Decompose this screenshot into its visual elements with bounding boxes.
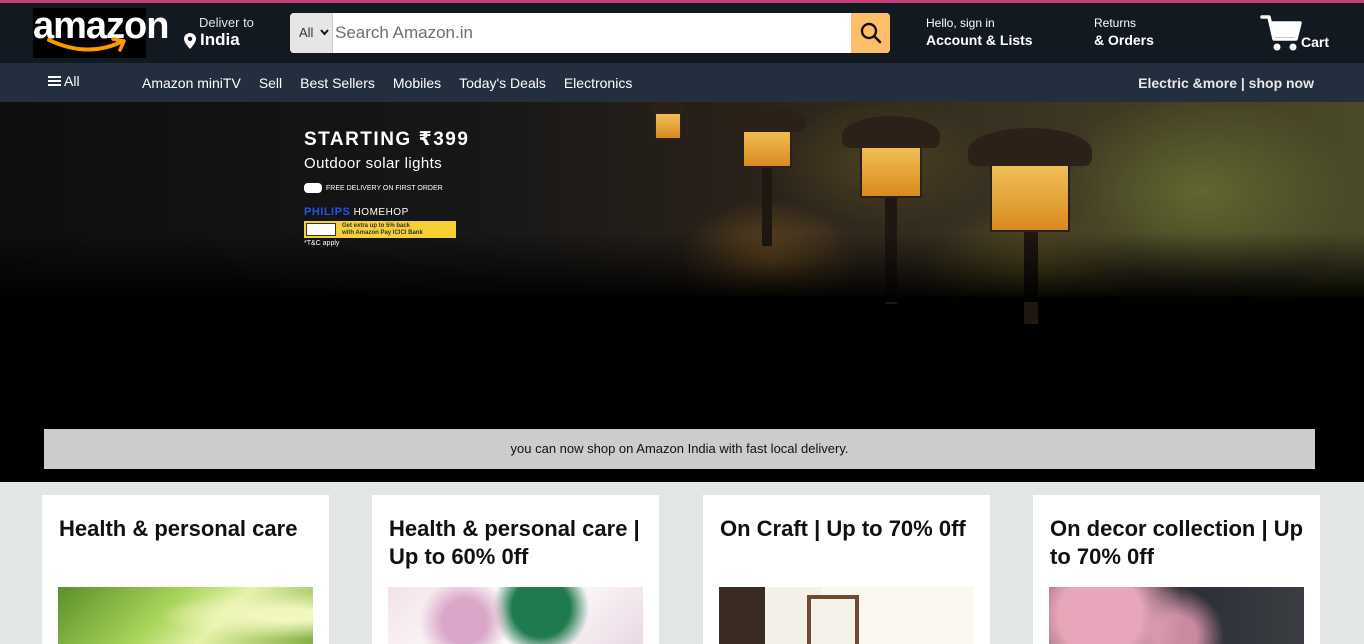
delivery-truck-icon	[304, 183, 322, 193]
search-icon	[860, 22, 881, 44]
nav-item-minitv[interactable]: Amazon miniTV	[133, 75, 250, 91]
hero-copy: STARTING ₹399 Outdoor solar lights FREE …	[304, 128, 469, 247]
nav-item-todays-deals[interactable]: Today's Deals	[450, 75, 555, 91]
local-delivery-notice: you can now shop on Amazon India with fa…	[44, 429, 1315, 469]
deliver-label: Deliver to	[199, 15, 254, 30]
search-button[interactable]	[851, 13, 890, 53]
category-card[interactable]: On Craft | Up to 70% 0ff	[703, 495, 990, 644]
search-input[interactable]	[333, 13, 851, 53]
header: amazon Deliver to India All Hello	[0, 3, 1364, 63]
hero-fade	[0, 232, 1364, 302]
card-title[interactable]: On Craft | Up to 70% 0ff	[720, 515, 975, 543]
nav-promo-link[interactable]: Electric &more | shop now	[1138, 75, 1314, 91]
card-title[interactable]: Health & personal care | Up to 60% 0ff	[389, 515, 644, 571]
search-bar: All	[290, 13, 890, 53]
deliver-country: India	[200, 30, 240, 49]
nav-links: Amazon miniTV Sell Best Sellers Mobiles …	[133, 63, 641, 102]
hero-offer-line1: Get extra up to 5% back	[342, 222, 411, 229]
hamburger-icon	[48, 76, 61, 86]
nav-item-best-sellers[interactable]: Best Sellers	[291, 75, 384, 91]
hero-offer-text: Get extra up to 5% back with Amazon Pay …	[336, 223, 423, 237]
chevron-down-icon	[320, 29, 329, 36]
nav-bar: All Amazon miniTV Sell Best Sellers Mobi…	[0, 63, 1364, 102]
card-title[interactable]: On decor collection | Up to 70% 0ff	[1050, 515, 1305, 571]
hero-subheadline: Outdoor solar lights	[304, 155, 443, 172]
account-lists[interactable]: Hello, sign in Account & Lists	[926, 16, 1033, 48]
card-image[interactable]	[388, 587, 643, 644]
orders-label: & Orders	[1094, 32, 1154, 48]
all-menu-label: All	[64, 73, 80, 89]
picture-frame-image	[807, 595, 859, 644]
hero-headline: STARTING ₹399	[304, 129, 470, 150]
card-image[interactable]	[58, 587, 313, 644]
category-card[interactable]: Health & personal care	[42, 495, 329, 644]
search-category-label: All	[299, 25, 314, 40]
nav-item-mobiles[interactable]: Mobiles	[384, 75, 450, 91]
card-image[interactable]	[1049, 587, 1304, 644]
card-image[interactable]	[719, 587, 974, 644]
brand-homehop: HOMEHOP	[353, 207, 409, 218]
returns-label: Returns	[1094, 16, 1137, 30]
category-card[interactable]: Health & personal care | Up to 60% 0ff	[372, 495, 659, 644]
account-lists-label: Account & Lists	[926, 32, 1033, 48]
category-card[interactable]: On decor collection | Up to 70% 0ff	[1033, 495, 1320, 644]
signin-greeting: Hello, sign in	[926, 16, 995, 30]
hero-delivery-text: FREE DELIVERY ON FIRST ORDER	[326, 184, 443, 192]
nav-item-sell[interactable]: Sell	[250, 75, 291, 91]
cart-icon	[1260, 15, 1302, 51]
hero-banner[interactable]: STARTING ₹399 Outdoor solar lights FREE …	[0, 102, 1364, 482]
cart-button[interactable]: Cart	[1260, 13, 1340, 55]
cart-label: Cart	[1301, 34, 1330, 50]
credit-card-icon	[306, 223, 336, 236]
hero-offer: Get extra up to 5% back with Amazon Pay …	[304, 221, 456, 238]
smile-arrow-icon	[47, 37, 126, 52]
search-category-select[interactable]: All	[290, 13, 333, 53]
all-menu-button[interactable]: All	[48, 73, 80, 89]
hero-brands: PHILIPS HOMEHOP	[304, 206, 469, 218]
nav-item-electronics[interactable]: Electronics	[555, 75, 641, 91]
hero-delivery: FREE DELIVERY ON FIRST ORDER	[304, 183, 469, 193]
hero-tc: *T&C apply	[304, 240, 340, 247]
hero-offer-line2: with Amazon Pay ICICI Bank	[342, 229, 423, 236]
card-title[interactable]: Health & personal care	[59, 515, 314, 543]
location-pin-icon	[184, 33, 196, 49]
returns-orders[interactable]: Returns & Orders	[1094, 16, 1154, 48]
amazon-logo[interactable]: amazon	[33, 7, 169, 58]
brand-philips: PHILIPS	[304, 206, 351, 218]
